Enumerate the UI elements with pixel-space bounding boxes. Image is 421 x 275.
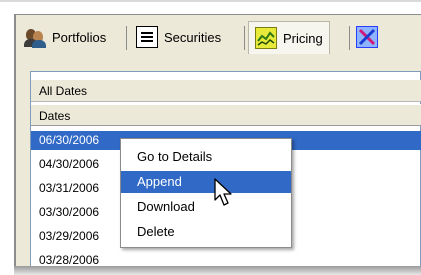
- menu-item-download[interactable]: Download: [121, 196, 291, 218]
- menu-item-append[interactable]: Append: [121, 171, 291, 193]
- tab-divider: [126, 26, 127, 50]
- tab-portfolios-label: Portfolios: [52, 29, 107, 45]
- column-header-dates[interactable]: Dates: [31, 104, 421, 126]
- window-top-edge: [0, 0, 421, 2]
- tab-bar: Portfolios Securities Pricing: [14, 20, 421, 56]
- menu-item-delete[interactable]: Delete: [121, 221, 291, 243]
- tab-4[interactable]: [356, 22, 384, 52]
- tab-pricing[interactable]: Pricing: [248, 21, 330, 54]
- tab-divider: [349, 26, 350, 50]
- mouse-pointer-icon: [213, 178, 235, 213]
- tab-pricing-label: Pricing: [283, 30, 323, 46]
- securities-document-icon: [136, 26, 158, 48]
- tab4-icon: [356, 26, 378, 48]
- tab-portfolios[interactable]: Portfolios: [24, 22, 106, 52]
- window-bottom-edge: [14, 266, 421, 275]
- portfolios-people-icon: [24, 26, 46, 48]
- tab-divider: [244, 26, 245, 50]
- group-header: All Dates: [31, 80, 421, 102]
- tab-securities-label: Securities: [164, 29, 222, 45]
- menu-item-go-to-details[interactable]: Go to Details: [121, 146, 291, 168]
- tab-securities[interactable]: Securities: [136, 22, 221, 52]
- pricing-chart-icon: [255, 27, 277, 49]
- context-menu: Go to Details Append Download Delete: [120, 138, 292, 248]
